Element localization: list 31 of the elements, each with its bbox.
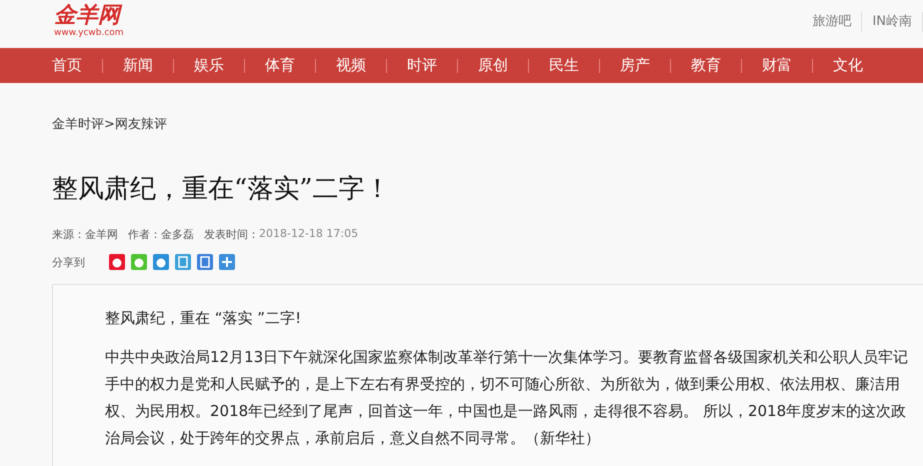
share-icon[interactable]: [197, 254, 213, 270]
paragraph: 整风肃纪，重在 “落实 ”二字!: [105, 308, 302, 329]
logo-url: www.ycwb.com: [54, 28, 124, 38]
nav-item[interactable]: 体育: [265, 56, 315, 75]
paragraph: 中共中央政治局12月13日下午就深化国家监察体制改革举行第十一次集体学习。要教育监督各级国家机关和公职人员牢记手中的权力是党和人民赋予的，是上下左右有界受控的，切不可随心所欲、为所欲为，做到秉公用权、依法用权、廉洁用权、为民用权。2018年已经到了尾声，回首这一年，中国也是一路风雨，走得很不容易。 所以，2018年度岁末的这次政治局会议，处于跨年的交界点，承前启后，意义自然不同寻常。（新华社）: [105, 347, 910, 449]
nav-item[interactable]: 财富: [762, 56, 812, 75]
meta-text: 来源：金羊网: [52, 227, 118, 242]
nav-item[interactable]: 新闻: [123, 56, 173, 75]
publish-time: 2018-12-18 17:05: [259, 227, 358, 242]
share-icon[interactable]: [131, 254, 147, 270]
nav-item[interactable]: 时评: [407, 56, 457, 75]
plus-icon[interactable]: [219, 254, 235, 270]
share-icon[interactable]: [153, 254, 169, 270]
share-icon[interactable]: [109, 254, 125, 270]
breadcrumb[interactable]: 金羊时评>网友辣评: [52, 115, 923, 133]
nav-item[interactable]: 房产: [620, 56, 670, 75]
share-label: 分享到: [52, 254, 85, 270]
nav-item[interactable]: 视频: [336, 56, 386, 75]
meta-text: 发表时间：: [204, 227, 259, 242]
nav-item[interactable]: 娱乐: [194, 56, 244, 75]
top-link[interactable]: 旅游吧: [802, 12, 862, 32]
nav-item[interactable]: 文化: [833, 56, 883, 75]
nav-item[interactable]: 教育: [691, 56, 741, 75]
nav-item[interactable]: 原创: [478, 56, 528, 75]
meta-text: 作者：金多磊: [128, 227, 194, 242]
nav-item[interactable]: 民生: [549, 56, 599, 75]
share-icon[interactable]: [175, 254, 191, 270]
logo-name[interactable]: 金羊网: [54, 2, 124, 28]
article-title: 整风肃纪，重在“落实”二字！: [52, 173, 392, 206]
nav-item[interactable]: 首页: [52, 56, 102, 75]
top-link[interactable]: IN岭南: [862, 12, 923, 32]
